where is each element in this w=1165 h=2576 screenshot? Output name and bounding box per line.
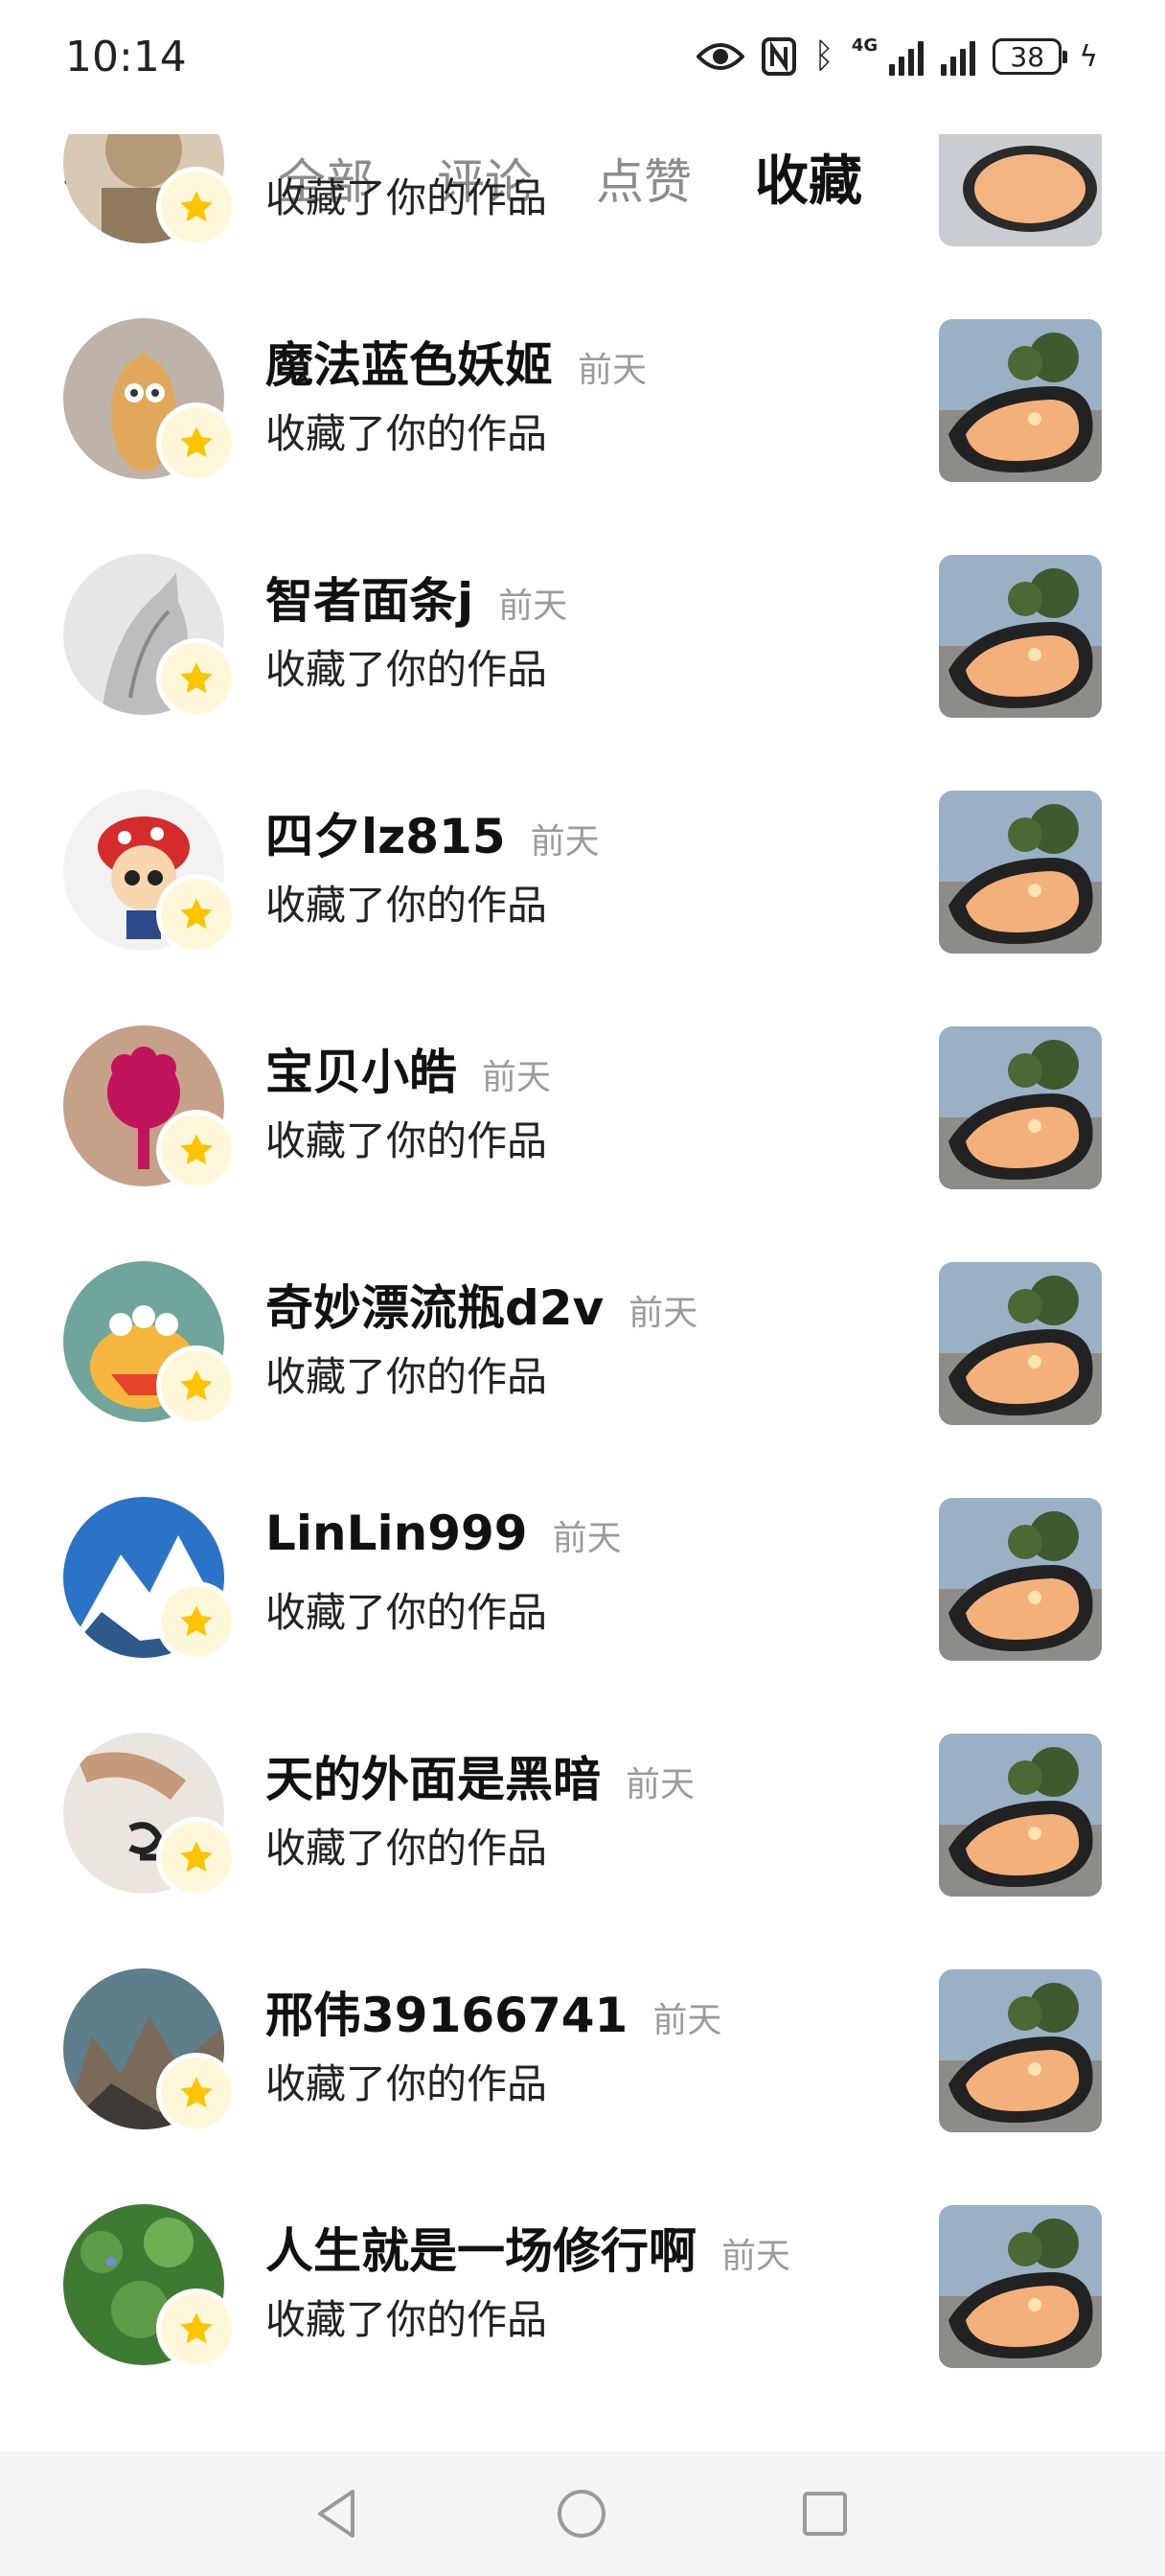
name-row: 魔法蓝色妖姬 前天: [265, 327, 647, 396]
work-thumbnail[interactable]: [939, 1969, 1102, 2132]
timestamp: 前天: [626, 1765, 696, 1805]
star-icon: [180, 1134, 213, 1165]
nav-back-button[interactable]: [305, 2480, 372, 2547]
username[interactable]: LinLin999: [265, 1506, 528, 1561]
username[interactable]: 魔法蓝色妖姬: [265, 327, 553, 396]
star-icon: [180, 2312, 213, 2344]
list-item[interactable]: 邢伟39166741 前天收藏了你的作品: [0, 1932, 1165, 2168]
list-item[interactable]: 智者面条j 前天收藏了你的作品: [0, 518, 1165, 753]
list-item[interactable]: LinLin999 前天 收藏了你的作品: [0, 1460, 1165, 1696]
star-icon: [180, 1369, 213, 1401]
username[interactable]: 邢伟39166741: [265, 1977, 628, 2046]
name-row: 天的外面是黑暗 前天: [265, 1741, 695, 1810]
status-icons: ᛒ 4G 38 ϟ: [697, 33, 1098, 80]
signal-strength-icon: [889, 37, 925, 76]
list-item[interactable]: 人生就是一场修行啊 前天收藏了你的作品: [0, 2168, 1165, 2404]
name-row: 智者面条j 前天: [265, 563, 567, 632]
name-row: 奇妙漂流瓶d2v 前天: [265, 1270, 697, 1339]
notification-action: 收藏了你的作品: [265, 646, 548, 693]
network-type: 4G: [851, 34, 879, 56]
work-thumbnail[interactable]: [939, 1498, 1102, 1661]
status-time: 10:14: [65, 33, 187, 81]
notification-action: 收藏了你的作品: [265, 2296, 548, 2343]
name-row: 邢伟39166741 前天: [265, 1977, 721, 2046]
notification-action: 收藏了你的作品: [265, 2060, 548, 2107]
work-thumbnail[interactable]: [939, 1262, 1102, 1425]
star-icon: [180, 191, 213, 222]
favorite-star-badge: [161, 1822, 232, 1893]
battery-icon: 38: [993, 38, 1068, 75]
back-triangle-icon: [318, 2490, 354, 2538]
favorite-star-badge: [161, 1586, 232, 1657]
eye-icon: [697, 43, 745, 70]
star-icon: [180, 1605, 213, 1637]
nav-recents-button[interactable]: [791, 2480, 858, 2547]
recents-square-icon: [803, 2492, 847, 2536]
timestamp: 前天: [628, 1294, 698, 1333]
star-icon: [180, 1841, 213, 1873]
favorite-star-badge: [161, 1350, 232, 1421]
username[interactable]: 天的外面是黑暗: [265, 1741, 601, 1810]
username[interactable]: 人生就是一场修行啊: [265, 2213, 697, 2282]
star-icon: [180, 898, 213, 930]
home-circle-icon: [558, 2490, 605, 2538]
timestamp: 前天: [578, 351, 648, 390]
notification-action: 收藏了你的作品: [265, 174, 548, 221]
bluetooth-icon: ᛒ: [813, 36, 834, 76]
status-bar: 10:14 ᛒ 4G 38 ϟ: [0, 0, 1165, 115]
battery-level: 38: [1010, 40, 1045, 73]
favorite-star-badge: [161, 407, 232, 478]
username[interactable]: 奇妙漂流瓶d2v: [265, 1270, 604, 1339]
notification-action: 收藏了你的作品: [265, 410, 548, 457]
timestamp: 前天: [498, 586, 568, 626]
list-item[interactable]: 天的外面是黑暗 前天收藏了你的作品: [0, 1696, 1165, 1932]
favorite-star-badge: [161, 1115, 232, 1185]
timestamp: 前天: [552, 1519, 622, 1558]
notification-list[interactable]: 收藏了你的作品 魔法蓝色妖姬 前天 收藏了你的作品 智者面条j 前天 收藏了你的作品 四夕l…: [0, 134, 1165, 2453]
star-icon: [180, 426, 213, 458]
notification-action: 收藏了你的作品: [265, 1117, 548, 1164]
notification-action: 收藏了你的作品: [265, 1825, 548, 1872]
favorite-star-badge: [161, 2058, 232, 2128]
name-row: 宝贝小皓 前天: [265, 1034, 551, 1103]
notification-action: 收藏了你的作品: [265, 1353, 548, 1400]
username[interactable]: 智者面条j: [265, 563, 473, 632]
timestamp: 前天: [530, 822, 600, 862]
timestamp: 前天: [482, 1058, 552, 1097]
list-item[interactable]: 奇妙漂流瓶d2v 前天收藏了你的作品: [0, 1225, 1165, 1460]
list-item[interactable]: 四夕lz815 前天收藏了你的作品: [0, 753, 1165, 989]
name-row: LinLin999 前天: [265, 1506, 622, 1561]
work-thumbnail[interactable]: [939, 134, 1102, 246]
star-icon: [180, 662, 213, 694]
favorite-star-badge: [161, 879, 232, 950]
signal-strength-icon-2: [941, 37, 976, 76]
username[interactable]: 宝贝小皓: [265, 1034, 457, 1103]
list-item[interactable]: 宝贝小皓 前天收藏了你的作品: [0, 989, 1165, 1225]
system-nav-bar: [0, 2451, 1165, 2576]
name-row: 四夕lz815 前天: [265, 798, 600, 867]
work-thumbnail[interactable]: [939, 791, 1102, 954]
work-thumbnail[interactable]: [939, 319, 1102, 482]
star-icon: [180, 2077, 213, 2108]
nfc-icon: [762, 37, 797, 76]
work-thumbnail[interactable]: [939, 2205, 1102, 2368]
timestamp: 前天: [721, 2237, 791, 2276]
work-thumbnail[interactable]: [939, 1026, 1102, 1189]
favorite-star-badge: [161, 643, 232, 714]
timestamp: 前天: [652, 2001, 722, 2040]
work-thumbnail[interactable]: [939, 1734, 1102, 1897]
favorite-star-badge: [161, 172, 232, 242]
name-row: 人生就是一场修行啊 前天: [265, 2213, 790, 2282]
charging-icon: ϟ: [1079, 39, 1098, 74]
work-thumbnail[interactable]: [939, 555, 1102, 718]
nav-home-button[interactable]: [548, 2480, 615, 2547]
notification-action: 收藏了你的作品: [265, 1589, 548, 1636]
list-item-partial[interactable]: 收藏了你的作品: [0, 134, 1165, 282]
notification-action: 收藏了你的作品: [265, 882, 548, 929]
list-item[interactable]: 魔法蓝色妖姬 前天 收藏了你的作品: [0, 282, 1165, 518]
username[interactable]: 四夕lz815: [265, 798, 506, 867]
favorite-star-badge: [161, 2293, 232, 2364]
